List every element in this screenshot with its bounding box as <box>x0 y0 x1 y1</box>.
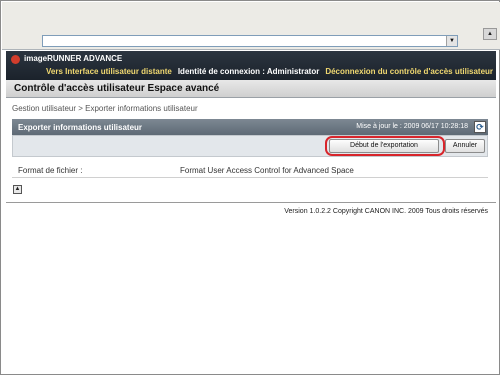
browser-chrome <box>2 2 500 28</box>
panel-toolbar: Début de l'exportation Annuler <box>12 135 488 157</box>
field-value: Format User Access Control for Advanced … <box>180 166 354 175</box>
field-row-file-format: Format de fichier : Format User Access C… <box>12 163 488 178</box>
brand-bar: imageRUNNER ADVANCE Vers Interface utili… <box>6 51 496 80</box>
footer-divider <box>6 202 496 203</box>
start-export-button[interactable]: Début de l'exportation <box>329 139 439 153</box>
last-updated: Mise à jour le : 2009 06/17 10:28:18 <box>356 123 468 130</box>
app-titlebar: Contrôle d'accès utilisateur Espace avan… <box>6 80 496 98</box>
address-select[interactable]: ▼ <box>42 35 458 47</box>
field-label: Format de fichier : <box>18 166 83 175</box>
breadcrumb: Gestion utilisateur > Exporter informati… <box>12 104 198 113</box>
brand-title: imageRUNNER ADVANCE <box>24 54 123 63</box>
version-footer: Version 1.0.2.2 Copyright CANON INC. 200… <box>284 208 488 215</box>
browser-window: ▼ ▲ imageRUNNER ADVANCE Vers Interface u… <box>0 0 500 375</box>
cancel-button[interactable]: Annuler <box>445 139 485 153</box>
page-content: imageRUNNER ADVANCE Vers Interface utili… <box>6 51 496 371</box>
page-top-icon[interactable]: ▲ <box>13 185 22 194</box>
chevron-down-icon[interactable]: ▼ <box>446 36 457 46</box>
login-identity: Identité de connexion : Administrator <box>177 67 320 76</box>
scroll-up-arrow-icon[interactable]: ▲ <box>483 28 497 40</box>
panel-title: Exporter informations utilisateur <box>18 123 143 132</box>
address-bar: ▼ <box>2 28 500 50</box>
remote-ui-link[interactable]: Vers Interface utilisateur distante <box>46 67 172 76</box>
canon-logo-icon <box>11 55 20 64</box>
top-nav: Vers Interface utilisateur distante Iden… <box>46 67 494 76</box>
refresh-icon[interactable]: ⟳ <box>474 121 486 133</box>
logout-link[interactable]: Déconnexion du contrôle d'accès utilisat… <box>325 67 493 76</box>
panel-header: Exporter informations utilisateur Mise à… <box>12 119 488 135</box>
page-title: Contrôle d'accès utilisateur Espace avan… <box>14 83 220 94</box>
